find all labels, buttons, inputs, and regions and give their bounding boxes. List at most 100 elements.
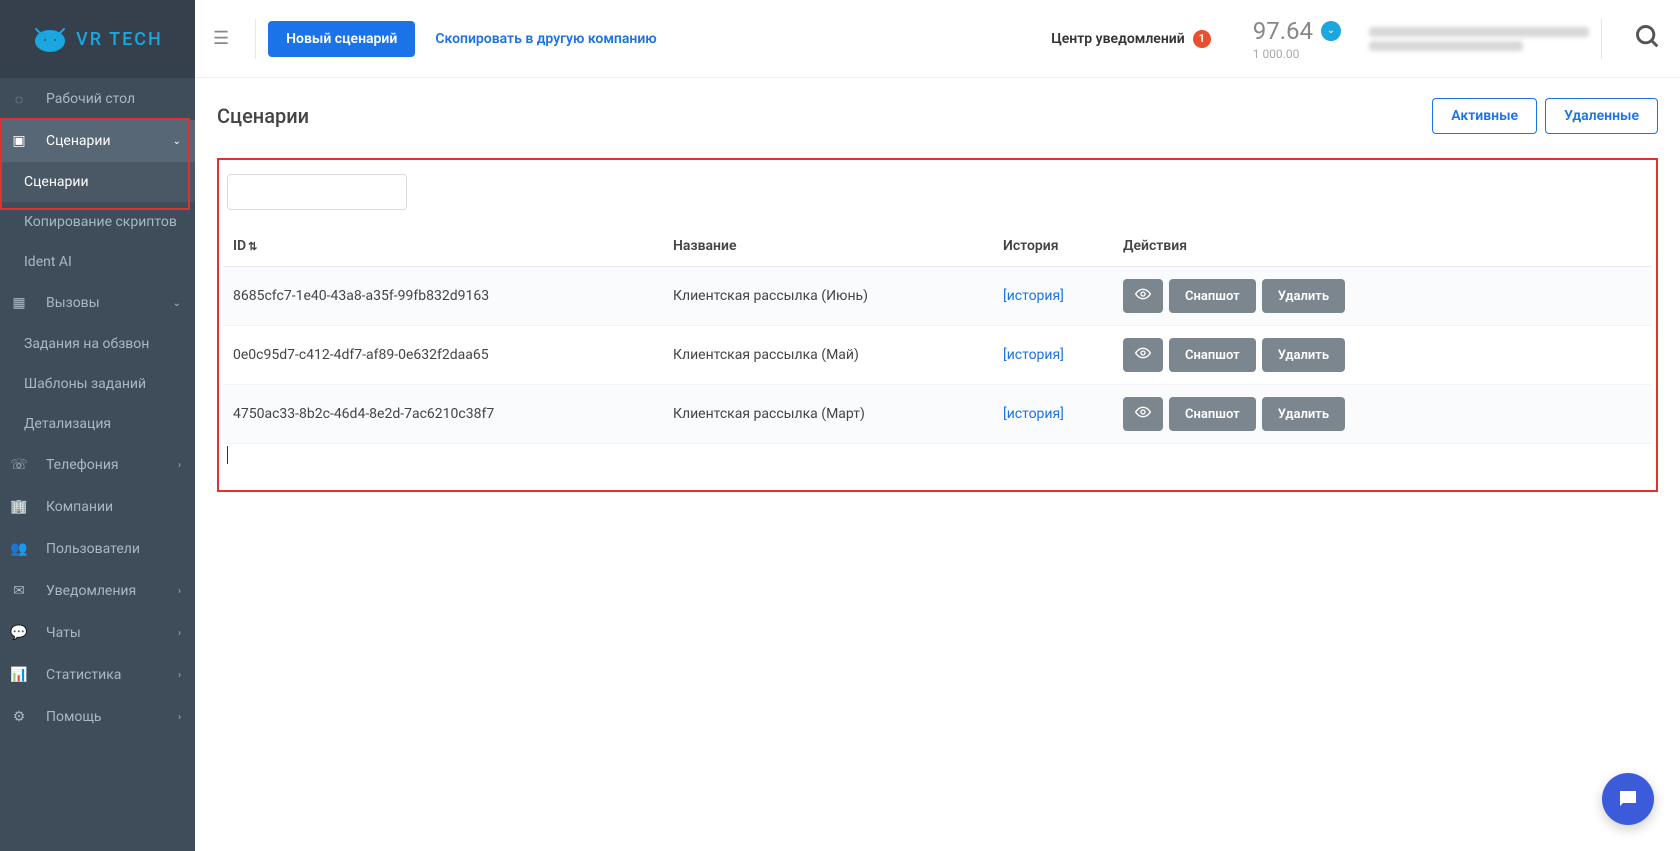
nav-scenarios[interactable]: ▣ Сценарии ⌄ [0, 120, 195, 162]
nav-call-tasks[interactable]: Задания на обзвон [0, 324, 195, 364]
search-input[interactable] [227, 174, 407, 210]
scenarios-icon: ▣ [10, 132, 28, 150]
snapshot-button[interactable]: Снапшот [1169, 397, 1256, 431]
nav-label: Рабочий стол [46, 91, 135, 107]
cell-id: 8685cfc7-1e40-43a8-a35f-99fb832d9163 [223, 267, 663, 326]
cell-name: Клиентская рассылка (Июнь) [663, 267, 993, 326]
filter-active-button[interactable]: Активные [1432, 98, 1537, 134]
nav-label: Задания на обзвон [24, 336, 149, 352]
chevron-right-icon: › [178, 460, 181, 471]
eye-icon [1135, 288, 1151, 300]
balance-widget[interactable]: 97.64 ⌄ 1 000.00 [1253, 17, 1341, 61]
logo-area: VR TECH [0, 0, 195, 78]
nav-ident-ai[interactable]: Ident AI [0, 242, 195, 282]
nav-label: Телефония [46, 457, 119, 473]
nav-detail[interactable]: Детализация [0, 404, 195, 444]
nav-task-templates[interactable]: Шаблоны заданий [0, 364, 195, 404]
table-row: 0e0c95d7-c412-4df7-af89-0e632f2daa65 Кли… [223, 326, 1652, 385]
history-link[interactable]: [история] [1003, 288, 1064, 304]
chevron-right-icon: › [178, 670, 181, 681]
chat-icon: 💬 [10, 624, 28, 642]
logo-text: VR TECH [76, 29, 163, 50]
topbar: ☰ Новый сценарий Скопировать в другую ко… [195, 0, 1680, 78]
divider [1601, 19, 1602, 59]
nav-notifications[interactable]: ✉ Уведомления › [0, 570, 195, 612]
logo[interactable]: VR TECH [32, 25, 163, 53]
cell-id: 0e0c95d7-c412-4df7-af89-0e632f2daa65 [223, 326, 663, 385]
filter-deleted-button[interactable]: Удаленные [1545, 98, 1658, 134]
nav-stats[interactable]: 📊 Статистика › [0, 654, 195, 696]
gear-icon: ⚙ [10, 708, 28, 726]
scenarios-panel: ID⇅ Название История Действия 8685cfc7-1… [217, 158, 1658, 492]
notification-center[interactable]: Центр уведомлений 1 [1051, 30, 1210, 48]
view-button[interactable] [1123, 397, 1163, 431]
table-row: 8685cfc7-1e40-43a8-a35f-99fb832d9163 Кли… [223, 267, 1652, 326]
cell-name: Клиентская рассылка (Май) [663, 326, 993, 385]
building-icon: 🏢 [10, 498, 28, 516]
balance-expand-icon[interactable]: ⌄ [1321, 21, 1341, 41]
col-history[interactable]: История [993, 226, 1113, 267]
nav-companies[interactable]: 🏢 Компании [0, 486, 195, 528]
snapshot-button[interactable]: Снапшот [1169, 338, 1256, 372]
sidebar: VR TECH ◌ Рабочий стол ▣ Сценарии ⌄ Сцен… [0, 0, 195, 851]
col-id[interactable]: ID⇅ [223, 226, 663, 267]
nav-users[interactable]: 👥 Пользователи [0, 528, 195, 570]
table-row: 4750ac33-8b2c-46d4-8e2d-7ac6210c38f7 Кли… [223, 385, 1652, 444]
chat-fab[interactable] [1602, 773, 1654, 825]
delete-button[interactable]: Удалить [1262, 397, 1345, 431]
nav-label: Пользователи [46, 541, 140, 557]
balance-amount: 97.64 [1253, 17, 1313, 45]
nav-label: Копирование скриптов [24, 214, 177, 230]
balance-sub: 1 000.00 [1253, 47, 1341, 61]
col-label: Название [673, 238, 737, 254]
chevron-down-icon: ⌄ [173, 298, 181, 309]
delete-button[interactable]: Удалить [1262, 338, 1345, 372]
user-name-redacted [1369, 27, 1589, 37]
divider [255, 19, 256, 59]
chevron-right-icon: › [178, 628, 181, 639]
users-icon: 👥 [10, 540, 28, 558]
notif-label: Центр уведомлений [1051, 31, 1184, 47]
nav-copy-scripts[interactable]: Копирование скриптов [0, 202, 195, 242]
col-label: Действия [1123, 238, 1187, 254]
notif-badge: 1 [1193, 30, 1211, 48]
cell-id: 4750ac33-8b2c-46d4-8e2d-7ac6210c38f7 [223, 385, 663, 444]
new-scenario-button[interactable]: Новый сценарий [268, 21, 415, 57]
nav-calls[interactable]: ▦ Вызовы ⌄ [0, 282, 195, 324]
scenarios-table: ID⇅ Название История Действия 8685cfc7-1… [223, 226, 1652, 444]
chevron-right-icon: › [178, 586, 181, 597]
hamburger-icon[interactable]: ☰ [213, 28, 229, 49]
mail-icon: ✉ [10, 582, 28, 600]
nav-desktop[interactable]: ◌ Рабочий стол [0, 78, 195, 120]
cell-name: Клиентская рассылка (Март) [663, 385, 993, 444]
nav-label: Сценарии [24, 174, 89, 190]
dashboard-icon: ◌ [10, 90, 28, 108]
nav-label: Сценарии [46, 133, 111, 149]
telephony-icon: ☏ [10, 456, 28, 474]
text-cursor [227, 446, 228, 464]
nav-label: Уведомления [46, 583, 136, 599]
nav-telephony[interactable]: ☏ Телефония › [0, 444, 195, 486]
delete-button[interactable]: Удалить [1262, 279, 1345, 313]
nav-label: Шаблоны заданий [24, 376, 146, 392]
history-link[interactable]: [история] [1003, 406, 1064, 422]
copy-to-company-link[interactable]: Скопировать в другую компанию [435, 31, 656, 47]
view-button[interactable] [1123, 338, 1163, 372]
nav-label: Вызовы [46, 295, 100, 311]
nav-help[interactable]: ⚙ Помощь › [0, 696, 195, 738]
nav-label: Статистика [46, 667, 121, 683]
col-name[interactable]: Название [663, 226, 993, 267]
view-button[interactable] [1123, 279, 1163, 313]
search-icon[interactable] [1634, 23, 1662, 55]
eye-icon [1135, 347, 1151, 359]
nav-chats[interactable]: 💬 Чаты › [0, 612, 195, 654]
col-label: ID [233, 238, 246, 254]
snapshot-button[interactable]: Снапшот [1169, 279, 1256, 313]
nav-scenarios-sub[interactable]: Сценарии [0, 162, 195, 202]
user-info[interactable] [1369, 19, 1589, 59]
page-title: Сценарии [217, 104, 309, 128]
nav-label: Помощь [46, 709, 102, 725]
chat-bubble-icon [1616, 787, 1640, 811]
history-link[interactable]: [история] [1003, 347, 1064, 363]
chart-icon: 📊 [10, 666, 28, 684]
